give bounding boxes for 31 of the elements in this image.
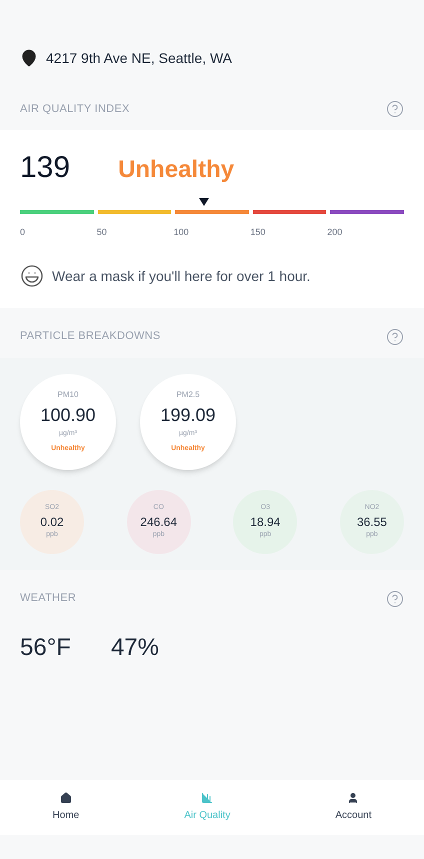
home-icon	[60, 792, 72, 804]
scale-tick: 100	[174, 226, 190, 239]
particle-value: 199.09	[160, 404, 216, 427]
scale-tick: 200	[327, 226, 344, 239]
aqi-status: Unhealthy	[118, 155, 234, 185]
section-title: PARTICLE BREAKDOWNS	[20, 329, 161, 344]
section-title: WEATHER	[20, 591, 76, 606]
gas-value: 36.55	[356, 514, 387, 530]
particle-value: 100.90	[40, 404, 96, 427]
nav-tab[interactable]: Home	[52, 792, 80, 823]
help-icon[interactable]	[386, 590, 404, 608]
help-icon[interactable]	[386, 328, 404, 346]
advice-text: Wear a mask if you'll here for over 1 hour.	[52, 266, 310, 286]
gas-value: 18.94	[250, 514, 280, 530]
section-title: AIR QUALITY INDEX	[20, 102, 130, 117]
particle-name: PM10	[58, 389, 78, 401]
scale-tick: 150	[250, 226, 266, 239]
scale-tick: 50	[96, 226, 108, 239]
gas-value: 246.64	[140, 514, 177, 530]
help-icon[interactable]	[386, 100, 404, 118]
address-text: 4217 9th Ave NE, Seattle, WA	[46, 49, 232, 68]
scale-tick: 0	[20, 226, 26, 239]
particle-name: PM2.5	[176, 389, 200, 401]
person-icon	[347, 792, 360, 804]
gas-value: 0.02	[40, 514, 64, 530]
nav-tab[interactable]: Account	[335, 792, 372, 823]
temperature-text: 56°F	[20, 632, 71, 662]
aqi-value: 139	[20, 150, 70, 186]
humidity-text: 47%	[110, 632, 159, 662]
bar-chart-icon	[201, 792, 214, 804]
location-pin-icon	[20, 49, 38, 67]
